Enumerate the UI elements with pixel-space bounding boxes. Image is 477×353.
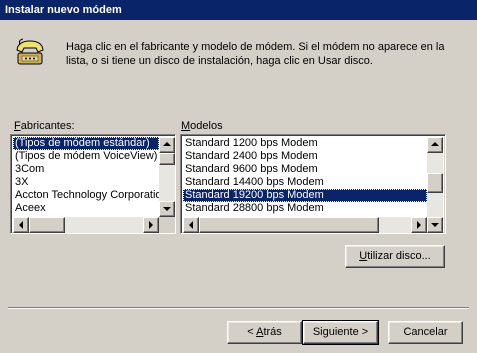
arrow-down-icon (431, 223, 439, 227)
model-list-item[interactable]: Standard 19200 bps Modem (183, 189, 427, 202)
arrow-left-icon (189, 221, 193, 229)
models-vertical-scrollbar[interactable] (427, 137, 443, 233)
manufacturer-list-item[interactable]: 3X (13, 176, 159, 189)
manufacturers-label: Fabricantes: (14, 120, 75, 132)
models-listbox[interactable]: Standard 1200 bps Modem Standard 2400 bps… (180, 134, 446, 234)
model-list-item[interactable]: Standard 1200 bps Modem (183, 137, 427, 150)
scroll-right-button[interactable] (143, 217, 159, 233)
scroll-thumb[interactable] (29, 217, 65, 233)
scroll-thumb[interactable] (159, 153, 175, 165)
cancel-button[interactable]: Cancelar (388, 321, 463, 344)
next-button[interactable]: Siguiente > (302, 320, 379, 345)
arrow-down-icon (163, 207, 171, 211)
scroll-left-button[interactable] (13, 217, 29, 233)
scroll-up-button[interactable] (159, 137, 175, 153)
arrow-up-icon (163, 142, 171, 146)
manufacturer-list-item[interactable]: (Tipos de módem VoiceView) (13, 150, 159, 163)
use-disk-button[interactable]: Utilizar disco... (345, 245, 445, 268)
manufacturer-list-item[interactable]: Aceex (13, 202, 159, 215)
arrow-right-icon (417, 221, 421, 229)
scroll-corner (159, 217, 175, 233)
models-label: Modelos (181, 120, 223, 132)
models-horizontal-scrollbar[interactable] (183, 217, 427, 233)
arrow-right-icon (149, 221, 153, 229)
manufacturers-horizontal-scrollbar[interactable] (13, 217, 159, 233)
back-button[interactable]: < Atrás (227, 321, 302, 344)
manufacturer-list-item[interactable]: 3Com (13, 163, 159, 176)
window-title: Instalar nuevo módem (5, 4, 122, 16)
model-list-item[interactable]: Standard 2400 bps Modem (183, 150, 427, 163)
manufacturer-list-item[interactable]: (Tipos de módem estándar) (13, 137, 159, 150)
telephone-modem-icon (14, 36, 46, 68)
button-separator (8, 307, 469, 309)
manufacturers-vertical-scrollbar[interactable] (159, 137, 175, 217)
arrow-up-icon (431, 142, 439, 146)
scroll-up-button[interactable] (427, 137, 443, 153)
arrow-left-icon (19, 221, 23, 229)
manufacturer-list-item[interactable]: Accton Technology Corporation (13, 189, 159, 202)
scroll-down-button[interactable] (427, 217, 443, 233)
model-list-item[interactable]: Standard 9600 bps Modem (183, 163, 427, 176)
manufacturers-list-items: (Tipos de módem estándar) (Tipos de módem… (13, 137, 159, 215)
scroll-thumb[interactable] (427, 173, 443, 193)
instruction-text: Haga clic en el fabricante y modelo de m… (66, 41, 445, 67)
manufacturers-listbox[interactable]: (Tipos de módem estándar) (Tipos de módem… (10, 134, 176, 234)
scroll-right-button[interactable] (411, 217, 427, 233)
model-list-item[interactable]: Standard 14400 bps Modem (183, 176, 427, 189)
scroll-thumb[interactable] (199, 217, 379, 233)
models-list-items: Standard 1200 bps Modem Standard 2400 bps… (183, 137, 427, 215)
model-list-item[interactable]: Standard 28800 bps Modem (183, 202, 427, 215)
scroll-down-button[interactable] (159, 201, 175, 217)
scroll-left-button[interactable] (183, 217, 199, 233)
window-title-bar[interactable]: Instalar nuevo módem (0, 0, 477, 20)
